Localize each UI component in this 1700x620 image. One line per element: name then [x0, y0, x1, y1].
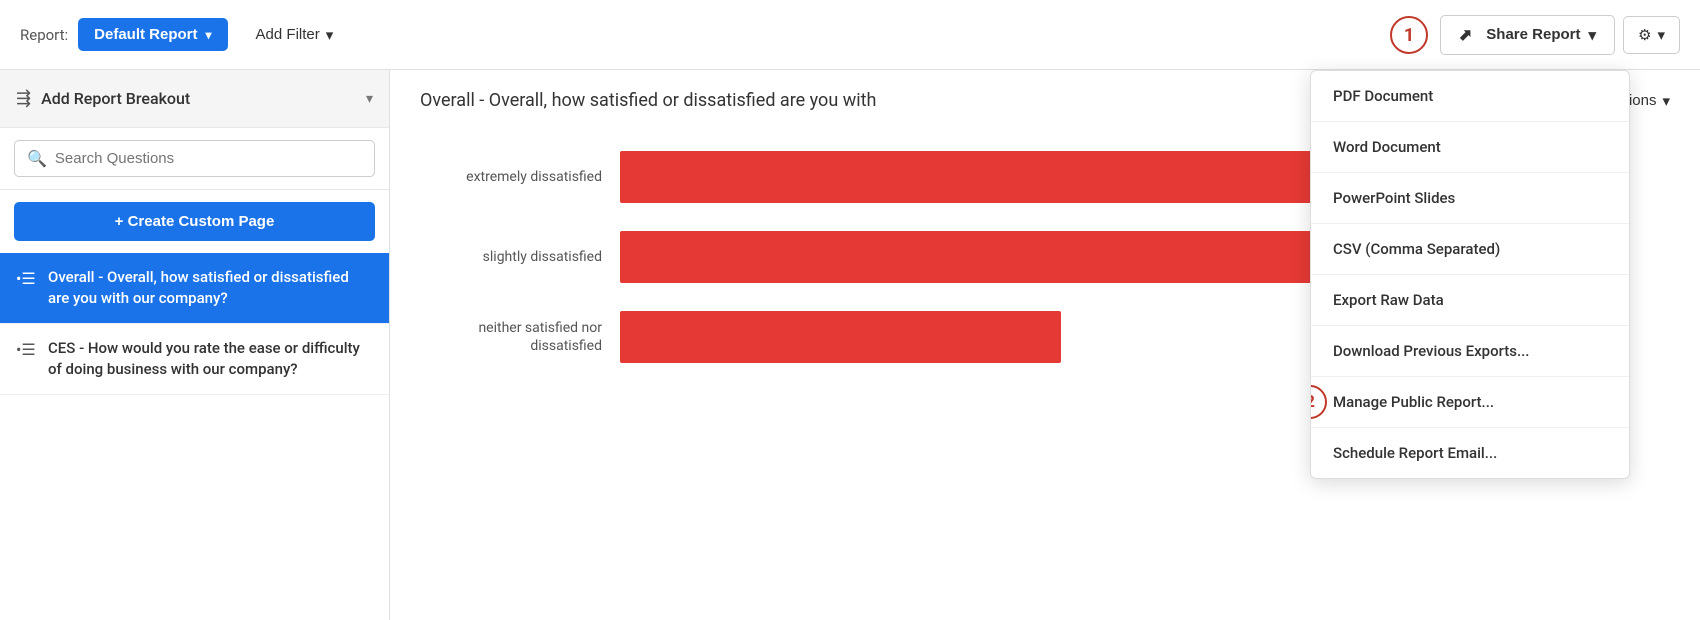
header-bar: Report: Default Report ▾ Add Filter ▾ 1 …	[0, 0, 1700, 70]
gear-icon: ⚙	[1638, 26, 1651, 44]
sidebar: ⇶ Add Report Breakout ▾ 🔍 + Create Custo…	[0, 70, 390, 620]
dropdown-item-csv[interactable]: CSV (Comma Separated)	[1311, 224, 1629, 275]
chevron-down-icon: ▾	[206, 28, 212, 42]
dropdown-item-schedule[interactable]: Schedule Report Email...	[1311, 428, 1629, 478]
sidebar-item-label: Overall - Overall, how satisfied or diss…	[48, 267, 373, 309]
chart-bar-3	[620, 311, 1061, 363]
create-custom-page-button[interactable]: + Create Custom Page	[14, 202, 375, 241]
search-section: 🔍	[0, 128, 389, 190]
chevron-down-icon: ▾	[1662, 92, 1670, 110]
search-wrapper: 🔍	[14, 140, 375, 177]
search-icon: 🔍	[27, 149, 47, 168]
step-badge-1: 1	[1390, 16, 1428, 54]
step-badge-2: 2	[1310, 385, 1327, 419]
share-report-button[interactable]: ⬈ Share Report ▾	[1440, 15, 1615, 55]
dropdown-item-manage-public[interactable]: 2 Manage Public Report...	[1311, 377, 1629, 428]
schedule-report-label: Schedule Report Email...	[1333, 444, 1497, 462]
download-previous-label: Download Previous Exports...	[1333, 342, 1529, 360]
sidebar-item-ces[interactable]: •☰ CES - How would you rate the ease or …	[0, 324, 389, 395]
dropdown-item-export-raw[interactable]: Export Raw Data	[1311, 275, 1629, 326]
add-filter-button[interactable]: Add Filter ▾	[240, 18, 350, 52]
share-report-dropdown: PDF Document Word Document PowerPoint Sl…	[1310, 70, 1630, 479]
gear-button[interactable]: ⚙ ▾	[1623, 16, 1680, 54]
chart-label-3: neither satisfied nor dissatisfied	[420, 319, 620, 355]
content-title: Overall - Overall, how satisfied or diss…	[420, 90, 876, 111]
pdf-document-label: PDF Document	[1333, 87, 1433, 105]
word-document-label: Word Document	[1333, 138, 1441, 156]
report-label: Report:	[20, 26, 68, 44]
sidebar-items: •☰ Overall - Overall, how satisfied or d…	[0, 253, 389, 620]
export-raw-label: Export Raw Data	[1333, 291, 1444, 309]
chevron-down-icon: ▾	[366, 91, 373, 107]
add-report-breakout-button[interactable]: ⇶ Add Report Breakout ▾	[0, 70, 389, 128]
chevron-down-icon: ▾	[326, 26, 334, 44]
default-report-button[interactable]: Default Report ▾	[78, 18, 227, 51]
breakout-label: Add Report Breakout	[41, 89, 366, 108]
create-custom-label: + Create Custom Page	[115, 213, 275, 230]
default-report-label: Default Report	[94, 26, 197, 43]
list-icon: •☰	[16, 340, 36, 359]
dropdown-item-word[interactable]: Word Document	[1311, 122, 1629, 173]
dropdown-item-powerpoint[interactable]: PowerPoint Slides	[1311, 173, 1629, 224]
chart-label-2: slightly dissatisfied	[420, 248, 620, 266]
dropdown-item-pdf[interactable]: PDF Document	[1311, 71, 1629, 122]
powerpoint-label: PowerPoint Slides	[1333, 189, 1455, 207]
add-filter-label: Add Filter	[256, 26, 320, 43]
chevron-down-icon: ▾	[1588, 26, 1596, 44]
share-report-label: Share Report	[1486, 26, 1580, 43]
dropdown-item-download-previous[interactable]: Download Previous Exports...	[1311, 326, 1629, 377]
breakout-icon: ⇶	[16, 88, 31, 109]
csv-label: CSV (Comma Separated)	[1333, 240, 1500, 258]
share-icon: ⬈	[1459, 25, 1472, 45]
chart-bar-2	[620, 231, 1376, 283]
chart-label-1: extremely dissatisfied	[420, 168, 620, 186]
list-icon: •☰	[16, 269, 36, 288]
header-right: 1 ⬈ Share Report ▾ ⚙ ▾	[1440, 15, 1680, 55]
sidebar-item-overall[interactable]: •☰ Overall - Overall, how satisfied or d…	[0, 253, 389, 324]
gear-chevron-icon: ▾	[1657, 26, 1665, 44]
manage-public-label: Manage Public Report...	[1333, 393, 1494, 411]
search-input[interactable]	[55, 150, 362, 167]
sidebar-item-label: CES - How would you rate the ease or dif…	[48, 338, 373, 380]
chart-bar-1	[620, 151, 1334, 203]
